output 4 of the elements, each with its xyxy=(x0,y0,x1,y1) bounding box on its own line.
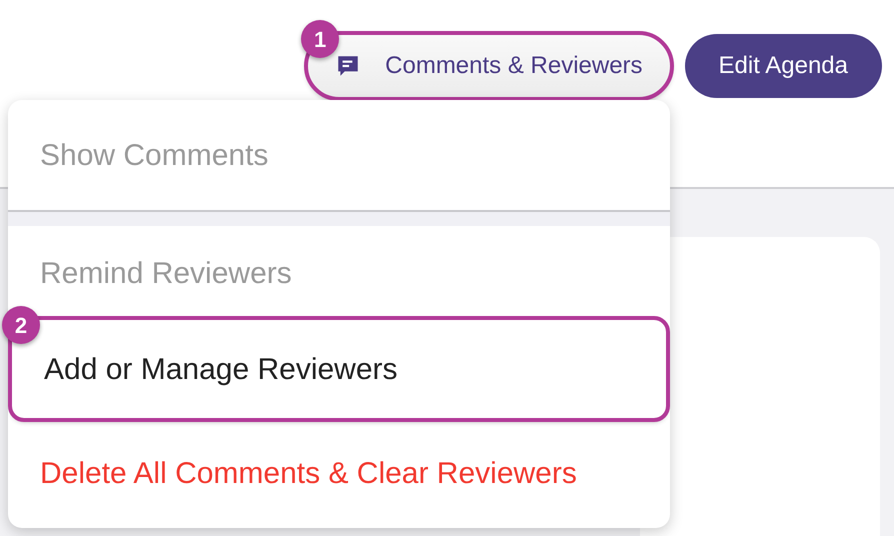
step-badge: 2 xyxy=(2,306,40,344)
step-badge: 1 xyxy=(301,20,340,58)
menu-item[interactable]: Delete All Comments & Clear Reviewers xyxy=(8,418,670,528)
edit-agenda-button[interactable]: Edit Agenda xyxy=(684,34,882,98)
